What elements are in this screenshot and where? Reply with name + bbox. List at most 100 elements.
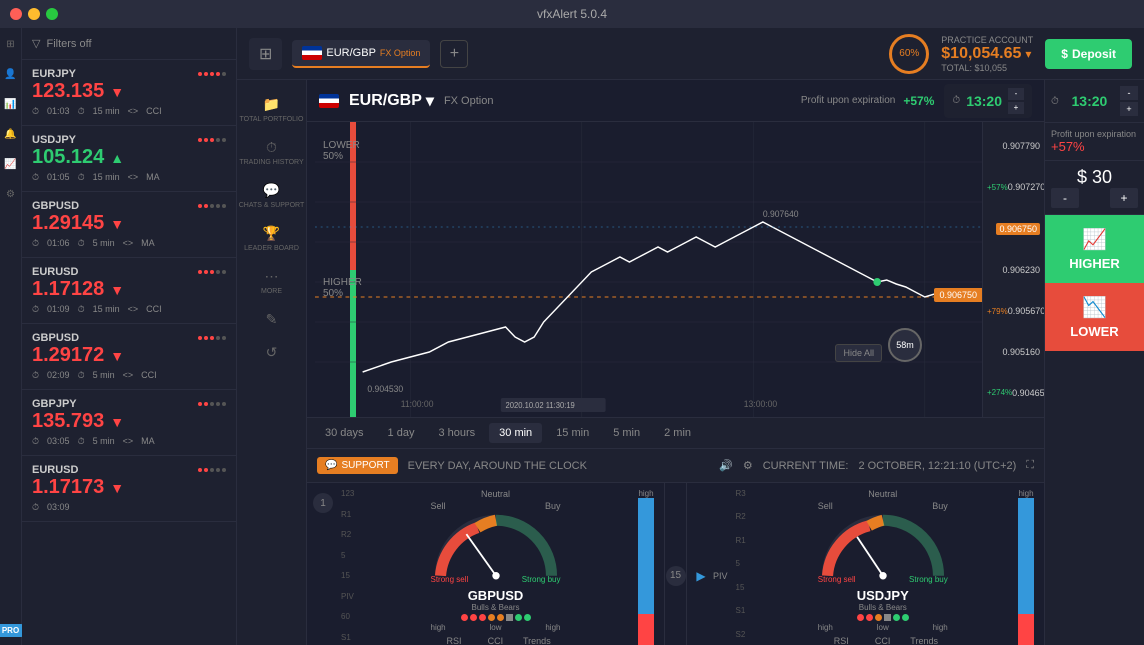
expand-icon[interactable]: ⛶	[1026, 459, 1034, 472]
sidebar-icon-account[interactable]: 👤	[3, 66, 19, 82]
bb-line	[506, 614, 513, 621]
pair-name-gbpusd2: GBPUSD	[32, 332, 226, 344]
dot	[222, 72, 226, 76]
maximize-btn[interactable]	[46, 8, 58, 20]
high-low-labels-2: high low high	[818, 623, 948, 632]
pair-item-gbpusd2[interactable]: GBPUSD 1.29172 ▼ ⏱ 02:09 ⏱	[22, 324, 236, 390]
price-row-current: 0.906750	[987, 223, 1040, 235]
price-row: +274% 0.904650	[987, 388, 1040, 398]
tf-30min[interactable]: 30 min	[489, 423, 542, 443]
sidebar-history[interactable]: ⏱ TRADING HISTORY	[239, 131, 303, 174]
app-container: vfxAlert 5.0.4 ⊞ 👤 📊 🔔 📈 ⚙ PRO ▽ Filters…	[0, 0, 1144, 645]
close-btn[interactable]	[10, 8, 22, 20]
tf-2min[interactable]: 2 min	[654, 423, 701, 443]
amount-controls: - +	[1051, 188, 1138, 208]
pair-item-eurjpy[interactable]: EURJPY 123.135 ▼ ⏱ 01:03 ⏱	[22, 60, 236, 126]
stat-cci-1: CCI -91.74	[480, 636, 511, 645]
time-icon: ⏱	[78, 304, 85, 315]
timer-controls: - +	[1008, 88, 1024, 114]
amount-dropdown-icon[interactable]: ▾	[1025, 47, 1031, 61]
sidebar-portfolio[interactable]: 📁 TOTAL PORTFOLIO	[240, 88, 304, 131]
practice-total: TOTAL: $10,055	[941, 63, 1033, 73]
hide-all-btn[interactable]: Hide All	[835, 344, 882, 362]
svg-text:11:00:00: 11:00:00	[401, 399, 434, 409]
timer-panel-minus[interactable]: -	[1120, 86, 1138, 100]
dot	[222, 336, 226, 340]
pair-item-gbpusd[interactable]: GBPUSD 1.29145 ▼ ⏱ 01:06 ⏱	[22, 192, 236, 258]
tab-pair-type: FX Option	[380, 48, 421, 58]
main-layout: ⊞ 👤 📊 🔔 📈 ⚙ PRO ▽ Filters off EURJPY	[0, 28, 1144, 645]
sidebar-icon-settings[interactable]: ⚙	[3, 186, 19, 202]
sidebar-icon-stats[interactable]: 📈	[3, 156, 19, 172]
pair-item-gbpjpy[interactable]: GBPJPY 135.793 ▼ ⏱ 03:05 ⏱	[22, 390, 236, 456]
deposit-button[interactable]: $ Deposit	[1045, 39, 1132, 69]
sidebar-chats[interactable]: 💬 CHATS & SUPPORT	[239, 174, 304, 217]
tf-30days[interactable]: 30 days	[315, 423, 374, 443]
pair-name-usdjpy: USDJPY	[32, 134, 226, 146]
bulls-bears-label-2: Bulls & Bears	[859, 603, 907, 612]
higher-button[interactable]: 📈 HIGHER	[1045, 215, 1144, 283]
pair-item-usdjpy[interactable]: USDJPY 105.124 ▲ ⏱ 01:05 ⏱	[22, 126, 236, 192]
chart-left-markers	[307, 122, 315, 417]
pair-meta-eurjpy: ⏱ 01:03 ⏱ 15 min <> CCI	[32, 106, 226, 117]
dot	[222, 468, 226, 472]
amount-plus-btn[interactable]: +	[1110, 188, 1138, 208]
dot	[198, 468, 202, 472]
clock-icon: ⏱	[32, 304, 39, 315]
timer-icon-panel: ⏱	[1051, 96, 1059, 107]
lower-button[interactable]: 📉 LOWER	[1045, 283, 1144, 351]
bb-dot	[461, 614, 468, 621]
high-bar-2: high low	[1018, 489, 1034, 645]
timer-minus-btn[interactable]: -	[1008, 88, 1024, 100]
minimize-btn[interactable]	[28, 8, 40, 20]
price-row: 0.905160	[987, 347, 1040, 357]
tf-1day[interactable]: 1 day	[378, 423, 425, 443]
support-bar: 💬 SUPPORT EVERY DAY, AROUND THE CLOCK 🔊 …	[307, 449, 1044, 483]
sidebar-icon-bell[interactable]: 🔔	[3, 126, 19, 142]
arrow-down-icon: ▼	[110, 348, 124, 364]
add-tab-btn[interactable]: +	[440, 40, 468, 68]
chart-trade-section: 📁 TOTAL PORTFOLIO ⏱ TRADING HISTORY 💬 CH…	[237, 80, 1144, 645]
dot	[210, 402, 214, 406]
higher-indicator: HIGHER 50%	[323, 277, 362, 299]
clock-icon: ⏱	[32, 370, 39, 381]
chart-timer-circle: 58m	[888, 328, 922, 362]
sidebar-icon-chart[interactable]: 📊	[3, 96, 19, 112]
chart-type: FX Option	[444, 95, 494, 107]
tab-eurgbp[interactable]: EUR/GBP FX Option	[292, 40, 430, 68]
tf-15min[interactable]: 15 min	[546, 423, 599, 443]
volume-icon[interactable]: 🔊	[719, 459, 733, 472]
profit-section: Profit upon expiration +57%	[1045, 123, 1144, 161]
pair-item-eurusd2[interactable]: EURUSD 1.17173 ▼ ⏱ 03:09	[22, 456, 236, 522]
sidebar-draw[interactable]: ✎	[266, 303, 278, 336]
grid-view-btn[interactable]: ⊞	[249, 38, 282, 70]
settings-icon[interactable]: ⚙	[743, 459, 753, 472]
sidebar-leaderboard[interactable]: 🏆 LEADER BOARD	[244, 217, 299, 260]
sidebar-more[interactable]: ⋯ MORE	[261, 260, 282, 303]
bb-dot	[488, 614, 495, 621]
high-label-1b: high	[545, 623, 560, 632]
chart-timer-section: ⏱ 13:20 - +	[944, 84, 1032, 118]
timer-plus-btn[interactable]: +	[1008, 102, 1024, 114]
indicator-separator: 15	[665, 483, 687, 645]
price-row: 0.906230	[987, 265, 1040, 275]
amount-minus-btn[interactable]: -	[1051, 188, 1079, 208]
level-labels-2: R3 R2 R1 5 15 S1 S2 S3	[732, 489, 752, 645]
time-icon: ⏱	[78, 172, 85, 183]
bulls-bears-label-1: Bulls & Bears	[471, 603, 519, 612]
timer-panel-plus[interactable]: +	[1120, 102, 1138, 116]
sidebar-icon-home[interactable]: ⊞	[3, 36, 19, 52]
support-badge[interactable]: 💬 SUPPORT	[317, 457, 398, 474]
price-value-7: 0.904650	[1012, 388, 1044, 398]
dot	[204, 204, 208, 208]
sidebar-refresh[interactable]: ↺	[266, 336, 278, 369]
amount-value: $ 30	[1051, 167, 1138, 188]
current-time: 2 OCTOBER, 12:21:10 (UTC+2)	[858, 460, 1016, 472]
buy-label-2: Buy	[932, 501, 948, 511]
stat-trends-1: Trends ▲	[523, 636, 551, 645]
tf-3hours[interactable]: 3 hours	[428, 423, 485, 443]
pair-item-eurusd[interactable]: EURUSD 1.17128 ▼ ⏱ 01:09 ⏱	[22, 258, 236, 324]
gauge-svg-2	[813, 511, 953, 585]
tf-5min[interactable]: 5 min	[603, 423, 650, 443]
signal-dots	[198, 270, 226, 274]
